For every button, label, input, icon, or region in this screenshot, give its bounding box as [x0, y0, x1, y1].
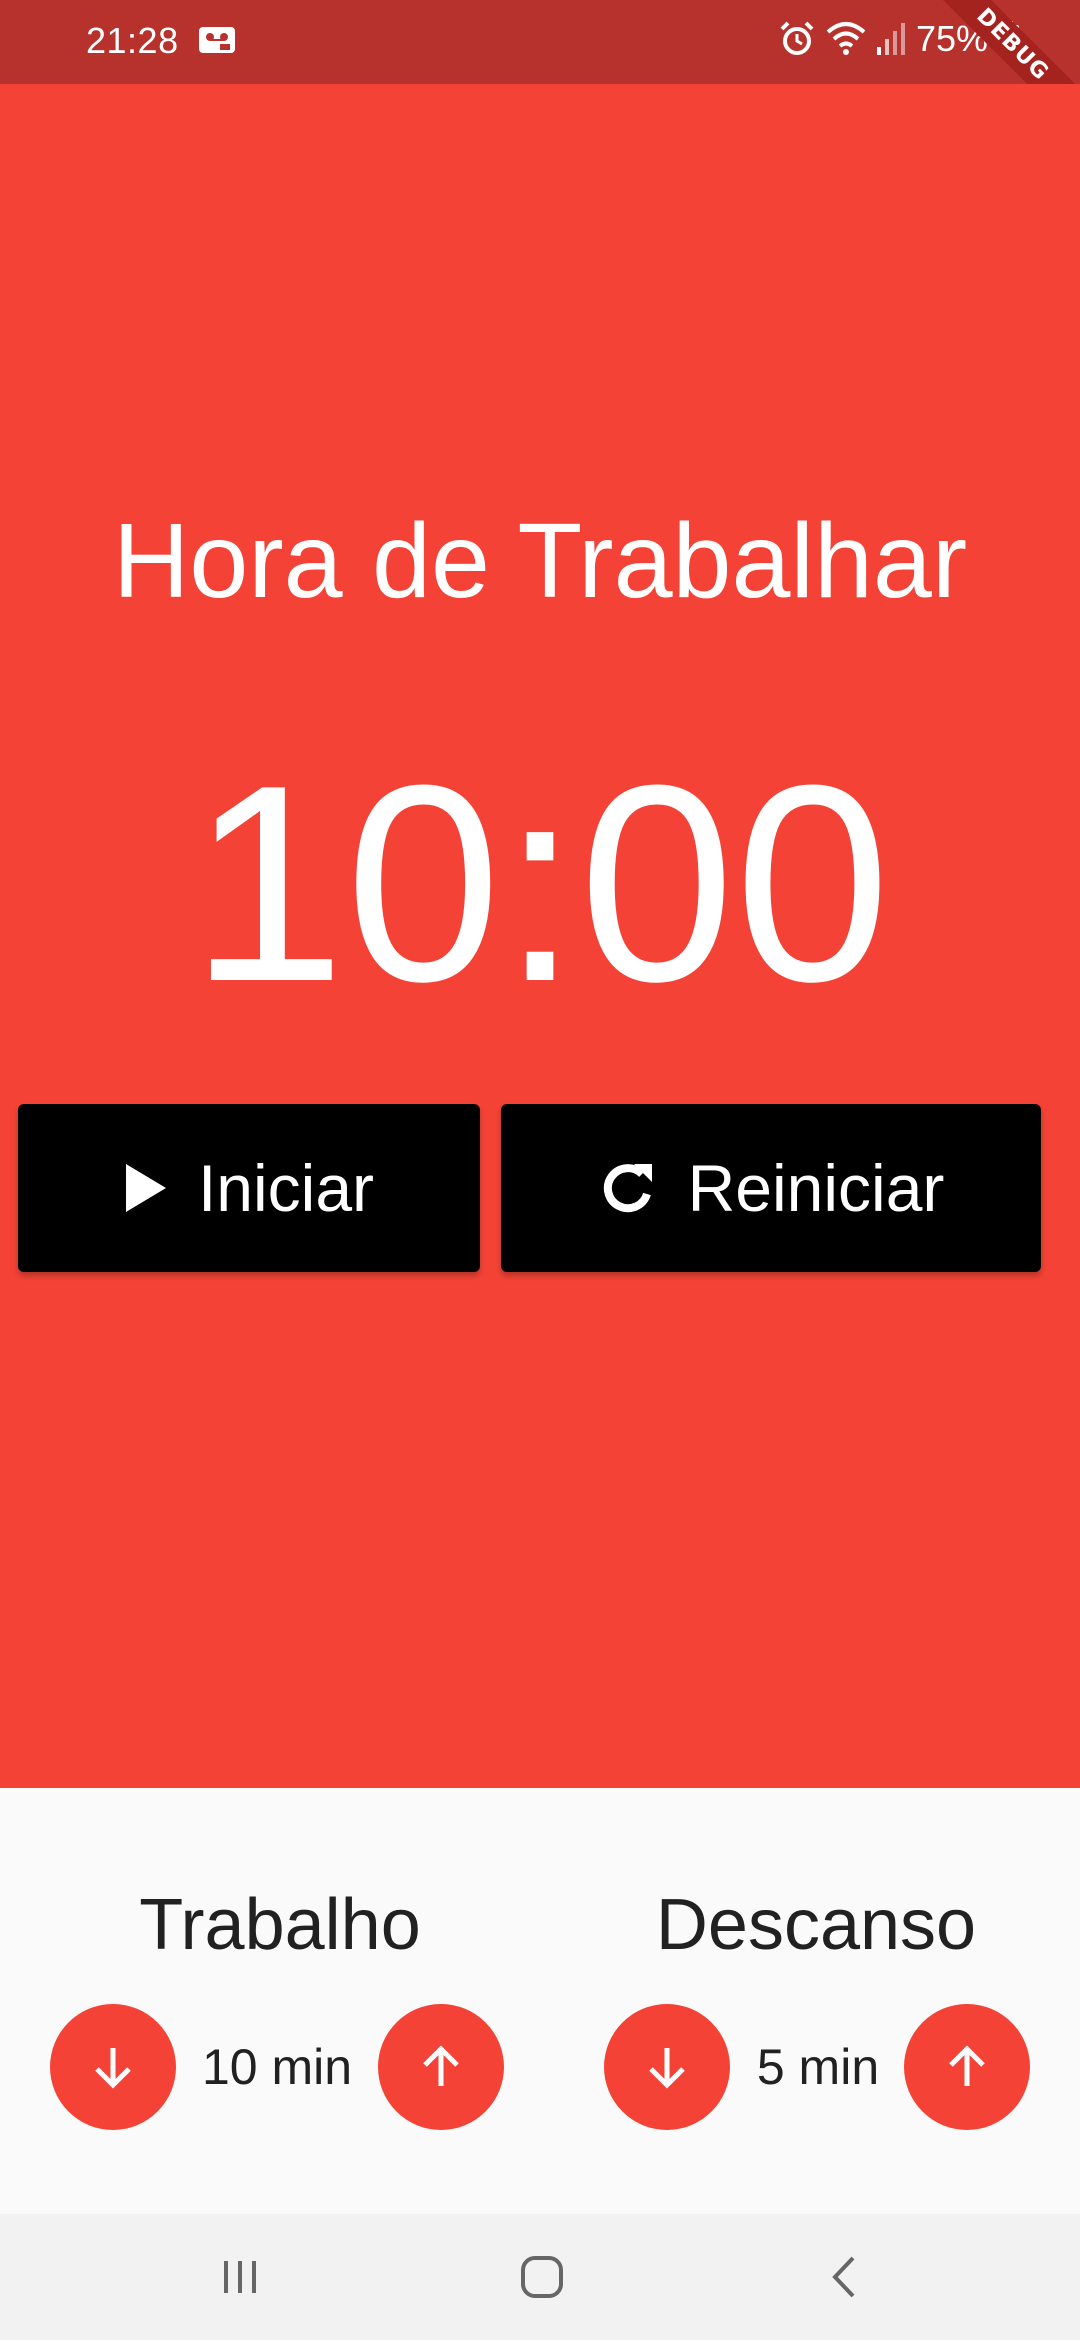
recent-apps-icon — [224, 2261, 256, 2293]
signal-icon — [876, 23, 905, 55]
voicemail-icon — [199, 27, 235, 53]
mode-title: Hora de Trabalhar — [112, 502, 968, 620]
home-icon — [521, 2256, 563, 2298]
alarm-icon — [780, 21, 814, 55]
reset-button-label: Reiniciar — [687, 1151, 945, 1225]
rest-decrease-button[interactable] — [604, 2004, 730, 2130]
play-icon — [125, 1164, 166, 1212]
refresh-icon — [603, 1164, 652, 1213]
start-button-label: Iniciar — [197, 1151, 375, 1225]
duration-settings: Trabalho Descanso 10 min 5 min — [0, 1788, 1080, 2214]
start-button[interactable]: Iniciar — [18, 1104, 480, 1272]
navigation-bar — [0, 2214, 1080, 2340]
back-icon — [832, 2256, 855, 2298]
work-increase-button[interactable] — [378, 2004, 504, 2130]
arrow-down-icon — [95, 2048, 131, 2089]
home-button[interactable] — [452, 2214, 632, 2340]
work-decrease-button[interactable] — [50, 2004, 176, 2130]
arrow-up-icon — [423, 2045, 459, 2086]
recent-apps-button[interactable] — [150, 2214, 330, 2340]
countdown-display: 10:00 — [189, 728, 891, 1040]
reset-button[interactable]: Reiniciar — [501, 1104, 1041, 1272]
arrow-down-icon — [649, 2048, 685, 2089]
arrow-up-icon — [949, 2045, 985, 2086]
work-duration-title: Trabalho — [139, 1885, 421, 1965]
timer-screen: Hora de Trabalhar 10:00 — [0, 84, 1080, 1788]
back-button[interactable] — [754, 2214, 934, 2340]
work-duration-value: 10 min — [201, 2039, 353, 2095]
rest-duration-value: 5 min — [756, 2039, 880, 2095]
status-bar: 21:28 75% DEBUG — [0, 0, 1080, 149]
status-time: 21:28 — [86, 20, 179, 61]
rest-duration-title: Descanso — [655, 1885, 977, 1965]
rest-increase-button[interactable] — [904, 2004, 1030, 2130]
wifi-icon — [826, 22, 866, 55]
